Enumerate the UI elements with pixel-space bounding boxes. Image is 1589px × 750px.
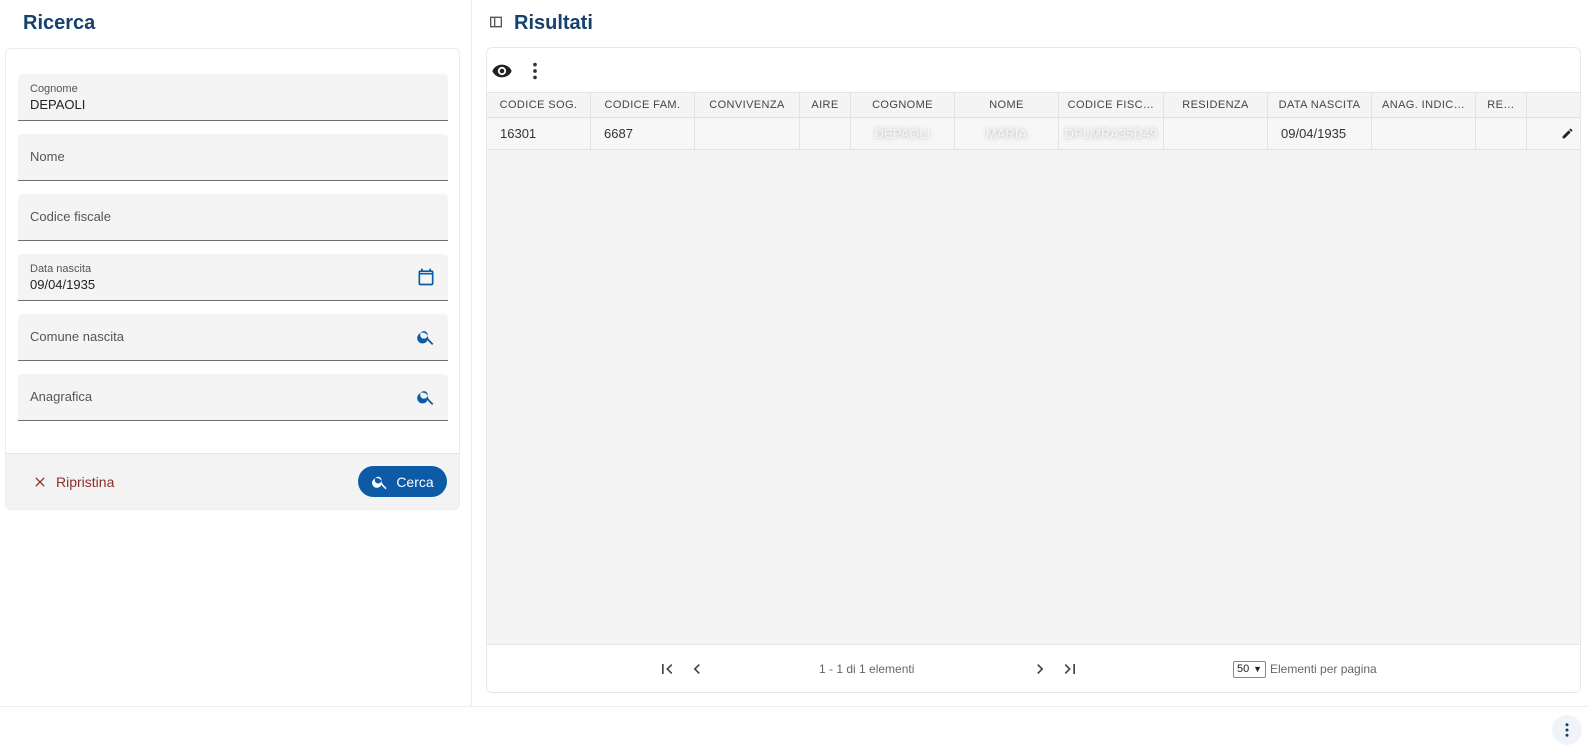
cell-convivenza [695, 118, 800, 149]
prev-page-icon[interactable] [687, 659, 707, 679]
dropdown-caret-icon: ▼ [1253, 664, 1262, 674]
column-header[interactable]: CODICE SOG. [487, 93, 591, 118]
page-size-select[interactable]: 50 ▼ [1233, 661, 1266, 678]
anagrafica-label: Anagrafica [30, 389, 93, 404]
codice-fiscale-field[interactable]: Codice fiscale [18, 194, 448, 241]
sidebar-toggle-icon[interactable] [488, 14, 504, 30]
cell-aire [800, 118, 851, 149]
close-icon [35, 477, 45, 487]
bottom-bar [0, 706, 1589, 750]
calendar-icon[interactable] [416, 267, 436, 287]
next-page-icon[interactable] [1030, 659, 1050, 679]
page-size-value: 50 [1237, 663, 1250, 675]
reset-button-label: Ripristina [56, 474, 115, 490]
search-icon[interactable] [416, 327, 436, 347]
search-form: Cognome DEPAOLI Nome Codice fiscale Data… [5, 48, 460, 510]
more-options-button[interactable] [1552, 715, 1582, 745]
column-header-actions [1527, 93, 1580, 118]
column-header[interactable]: ANAG. INDIC… [1372, 93, 1476, 118]
results-toolbar [487, 48, 1580, 92]
data-nascita-label: Data nascita [30, 263, 92, 275]
cell-codice-fam: 6687 [591, 118, 695, 149]
column-header[interactable]: CODICE FISC… [1059, 93, 1164, 118]
edit-icon[interactable] [1561, 127, 1574, 140]
column-header[interactable]: DATA NASCITA [1268, 93, 1372, 118]
search-panel-title: Ricerca [23, 12, 96, 34]
pagination-summary: 1 - 1 di 1 elementi [819, 662, 915, 676]
cognome-label: Cognome [30, 83, 78, 95]
column-header[interactable]: NOME [955, 93, 1059, 118]
cognome-field[interactable]: Cognome DEPAOLI [18, 74, 448, 121]
anagrafica-field[interactable]: Anagrafica [18, 374, 448, 421]
search-icon [372, 476, 387, 489]
results-panel-title: Risultati [514, 12, 593, 34]
cell-codice-sog: 16301 [487, 118, 591, 149]
codice-fiscale-label: Codice fiscale [30, 209, 111, 224]
results-table: CODICE SOG. CODICE FAM. CONVIVENZA AIRE … [487, 92, 1580, 644]
table-header: CODICE SOG. CODICE FAM. CONVIVENZA AIRE … [487, 93, 1580, 118]
cell-actions [1527, 118, 1580, 149]
comune-nascita-label: Comune nascita [30, 329, 124, 344]
cell-data-nascita: 09/04/1935 [1268, 118, 1372, 149]
page-size-label: Elementi per pagina [1270, 662, 1377, 676]
results-card: CODICE SOG. CODICE FAM. CONVIVENZA AIRE … [486, 47, 1581, 693]
cell-anag-indic [1372, 118, 1476, 149]
pagination: 1 - 1 di 1 elementi 50 ▼ Elementi per pa… [487, 644, 1580, 692]
last-page-icon[interactable] [1060, 659, 1080, 679]
data-nascita-value: 09/04/1935 [30, 277, 96, 292]
search-form-footer: Ripristina Cerca [6, 453, 459, 509]
column-header[interactable]: CONVIVENZA [695, 93, 800, 118]
column-header[interactable]: COGNOME [851, 93, 955, 118]
cognome-value: DEPAOLI [30, 97, 86, 112]
cell-cognome: DEPAOLI [851, 118, 955, 149]
more-vert-icon[interactable] [524, 60, 546, 82]
more-vert-icon [1565, 723, 1569, 737]
column-header[interactable]: CODICE FAM. [591, 93, 695, 118]
eye-icon[interactable] [491, 60, 513, 82]
table-row[interactable]: 16301 6687 DEPAOLI MARIA DPLMRA35D49 09/… [487, 118, 1580, 150]
nome-field[interactable]: Nome [18, 134, 448, 181]
search-panel: Ricerca Cognome DEPAOLI Nome Codice fisc… [0, 0, 472, 706]
cell-residenza [1164, 118, 1268, 149]
page: Ricerca Cognome DEPAOLI Nome Codice fisc… [0, 0, 1589, 750]
search-icon[interactable] [416, 387, 436, 407]
column-header[interactable]: RESIDENZA [1164, 93, 1268, 118]
nome-label: Nome [30, 149, 65, 164]
comune-nascita-field[interactable]: Comune nascita [18, 314, 448, 361]
search-button-label: Cerca [396, 473, 434, 490]
column-header[interactable]: RE… [1476, 93, 1527, 118]
search-button[interactable]: Cerca [358, 466, 447, 497]
reset-button[interactable]: Ripristina [32, 469, 114, 495]
cell-nome: MARIA [955, 118, 1059, 149]
cell-re [1476, 118, 1527, 149]
column-header[interactable]: AIRE [800, 93, 851, 118]
first-page-icon[interactable] [657, 659, 677, 679]
cell-codice-fisc: DPLMRA35D49 [1059, 118, 1164, 149]
data-nascita-field[interactable]: Data nascita 09/04/1935 [18, 254, 448, 301]
